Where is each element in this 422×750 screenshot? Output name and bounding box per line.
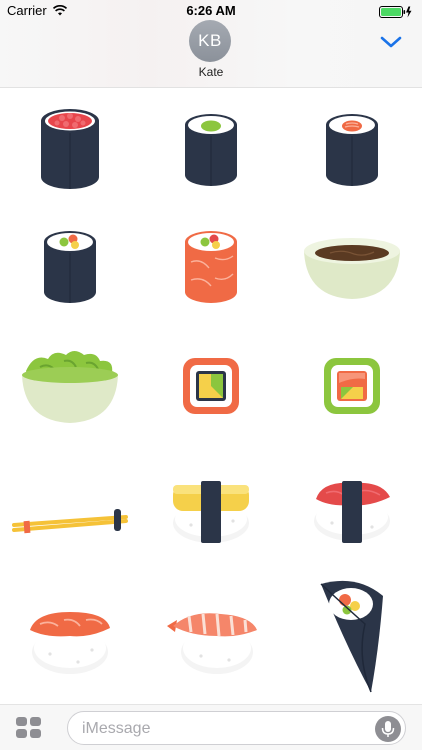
sticker-salmon-nigiri[interactable] (0, 576, 140, 700)
sticker-grid (0, 88, 422, 710)
conversation-header: Carrier 6:26 AM KB Kate (0, 0, 422, 88)
app-drawer-icon-segment (30, 729, 41, 738)
sticker-california-roll[interactable] (0, 206, 140, 330)
message-input-bar (0, 704, 422, 750)
sticker-wasabi-bowl[interactable] (0, 324, 140, 448)
microphone-icon[interactable] (375, 716, 401, 742)
sticker-temaki-hand-roll[interactable] (282, 576, 422, 700)
imessage-input[interactable] (82, 718, 362, 740)
clock-label: 6:26 AM (186, 3, 236, 18)
app-drawer-icon (16, 717, 27, 726)
app-drawer-button[interactable] (16, 717, 42, 739)
sticker-salmon-maki-roll[interactable] (282, 88, 422, 212)
sticker-roe-roll[interactable] (0, 88, 140, 212)
contact-name[interactable]: Kate (0, 65, 422, 79)
app-drawer-icon-segment (16, 729, 27, 738)
imessage-sticker-screen: Carrier 6:26 AM KB Kate (0, 0, 422, 750)
sticker-chopsticks[interactable] (0, 458, 140, 582)
sticker-shrimp-nigiri[interactable] (141, 576, 281, 700)
sticker-salmon-wrapped-roll[interactable] (141, 206, 281, 330)
chevron-down-icon[interactable] (379, 34, 403, 50)
app-drawer-icon-segment (30, 717, 41, 726)
battery-icon (379, 6, 413, 21)
sticker-orange-square-roll[interactable] (141, 324, 281, 448)
sticker-soy-sauce-bowl[interactable] (282, 206, 422, 330)
sticker-tuna-nigiri[interactable] (282, 443, 422, 567)
sticker-tamago-nigiri[interactable] (141, 443, 281, 567)
sticker-avocado-roll[interactable] (141, 88, 281, 212)
status-bar: Carrier 6:26 AM (0, 0, 422, 22)
imessage-field[interactable] (67, 711, 406, 745)
sticker-green-square-roll[interactable] (282, 324, 422, 448)
contact-avatar[interactable]: KB (189, 20, 231, 62)
